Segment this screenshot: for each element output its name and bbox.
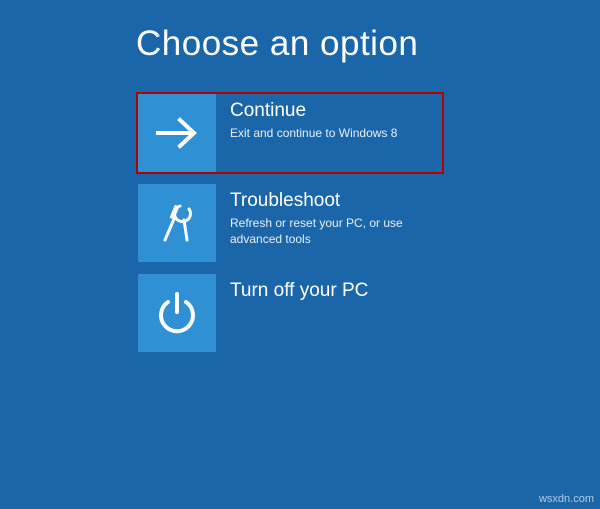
power-icon bbox=[138, 274, 216, 352]
watermark: wsxdn.com bbox=[539, 493, 594, 505]
option-description: Refresh or reset your PC, or use advance… bbox=[230, 215, 420, 247]
arrow-right-icon bbox=[138, 94, 216, 172]
option-title: Turn off your PC bbox=[230, 280, 432, 302]
option-text: Troubleshoot Refresh or reset your PC, o… bbox=[216, 184, 442, 247]
option-description: Exit and continue to Windows 8 bbox=[230, 125, 420, 141]
option-title: Continue bbox=[230, 100, 432, 122]
tools-icon bbox=[138, 184, 216, 262]
boot-options-screen: Choose an option Continue Exit and conti… bbox=[0, 0, 600, 354]
option-troubleshoot[interactable]: Troubleshoot Refresh or reset your PC, o… bbox=[136, 182, 444, 264]
option-continue[interactable]: Continue Exit and continue to Windows 8 bbox=[136, 92, 444, 174]
option-text: Turn off your PC bbox=[216, 274, 442, 305]
option-text: Continue Exit and continue to Windows 8 bbox=[216, 94, 442, 141]
option-turn-off[interactable]: Turn off your PC bbox=[136, 272, 444, 354]
page-title: Choose an option bbox=[136, 24, 600, 64]
option-title: Troubleshoot bbox=[230, 190, 432, 212]
